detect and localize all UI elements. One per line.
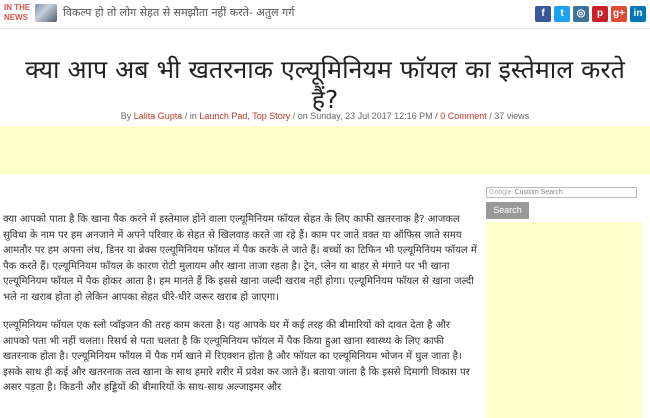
ad-banner[interactable] bbox=[0, 126, 650, 174]
twitter-icon[interactable]: t bbox=[554, 6, 570, 22]
search-placeholder: Custom Search bbox=[514, 189, 563, 196]
news-thumbnail[interactable] bbox=[35, 4, 57, 22]
comments-link[interactable]: 0 Comment bbox=[440, 111, 487, 121]
facebook-icon[interactable]: f bbox=[535, 6, 551, 22]
meta-by: By bbox=[120, 111, 132, 121]
meta-date: / on Sunday, 23 Jul 2017 12:16 PM / bbox=[292, 111, 438, 121]
googleplus-icon[interactable]: g+ bbox=[611, 6, 627, 22]
meta-in: / in bbox=[184, 111, 197, 121]
category-links[interactable]: Launch Pad, Top Story bbox=[199, 111, 290, 121]
article-paragraph: एल्यूमिनियम फॉयल एक स्लो प्वॉइजन की तरह … bbox=[3, 320, 470, 393]
search-button[interactable]: Search bbox=[486, 202, 529, 219]
search-input[interactable]: Google Custom Search bbox=[486, 187, 637, 198]
top-news-bar: IN THE NEWS विकल्प हो तो लोग सेहत से समझ… bbox=[0, 0, 650, 29]
author-link[interactable]: Lalita Gupta bbox=[134, 111, 183, 121]
news-ticker-link[interactable]: विकल्प हो तो लोग सेहत से समझौता नहीं करत… bbox=[63, 5, 294, 20]
custom-search-widget: Google Custom Search Search bbox=[486, 187, 641, 219]
instagram-icon[interactable]: ◎ bbox=[573, 6, 589, 22]
article-paragraph: क्या आपको पाता है कि खाना पैक करने में इ… bbox=[3, 214, 477, 303]
article-title: क्या आप अब भी खतरनाक एल्यूमिनियम फॉयल का… bbox=[25, 54, 625, 114]
article-meta: By Lalita Gupta / in Launch Pad, Top Sto… bbox=[0, 111, 650, 121]
linkedin-icon[interactable]: in bbox=[630, 6, 646, 22]
pinterest-icon[interactable]: p bbox=[592, 6, 608, 22]
google-label: Google bbox=[489, 189, 512, 196]
sidebar-ad[interactable] bbox=[486, 222, 642, 418]
in-the-news-label: IN THE NEWS bbox=[4, 3, 31, 22]
view-count: / 37 views bbox=[489, 111, 530, 121]
article-body: क्या आपको पाता है कि खाना पैक करने में इ… bbox=[3, 212, 478, 409]
